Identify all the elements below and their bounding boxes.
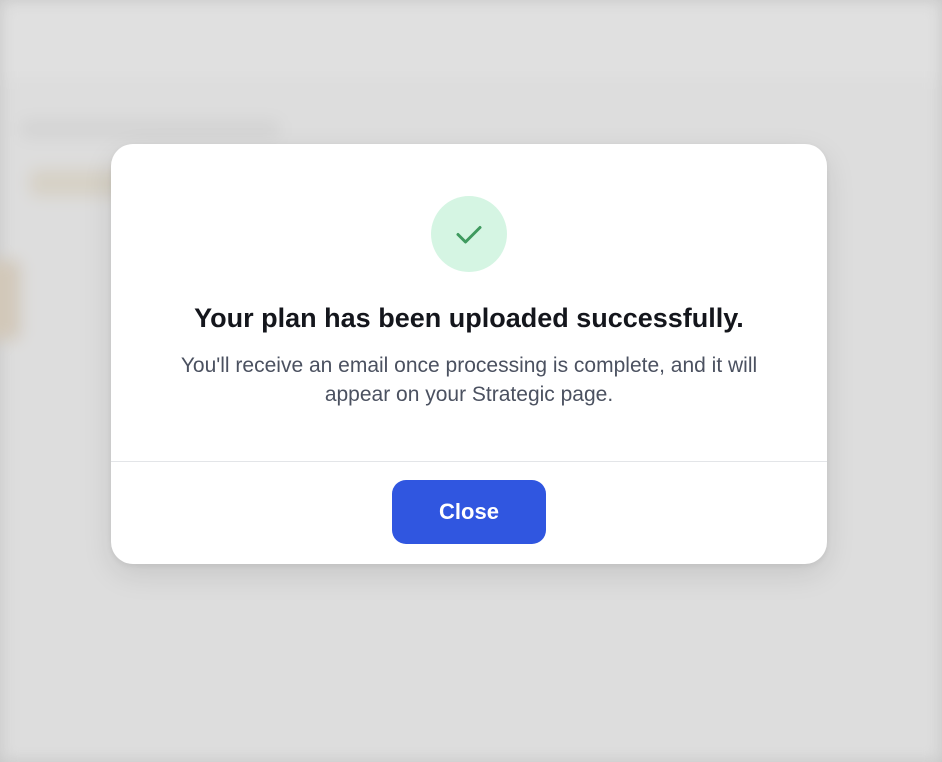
success-badge	[431, 196, 507, 272]
dialog-body: Your plan has been uploaded successfully…	[111, 144, 827, 461]
dialog-message: You'll receive an email once processing …	[180, 354, 758, 406]
checkmark-icon	[456, 226, 482, 244]
dialog-title: Your plan has been uploaded successfully…	[194, 303, 744, 333]
dialog-footer: Close	[111, 462, 827, 564]
close-button[interactable]: Close	[392, 480, 546, 544]
success-dialog: Your plan has been uploaded successfully…	[111, 144, 827, 564]
